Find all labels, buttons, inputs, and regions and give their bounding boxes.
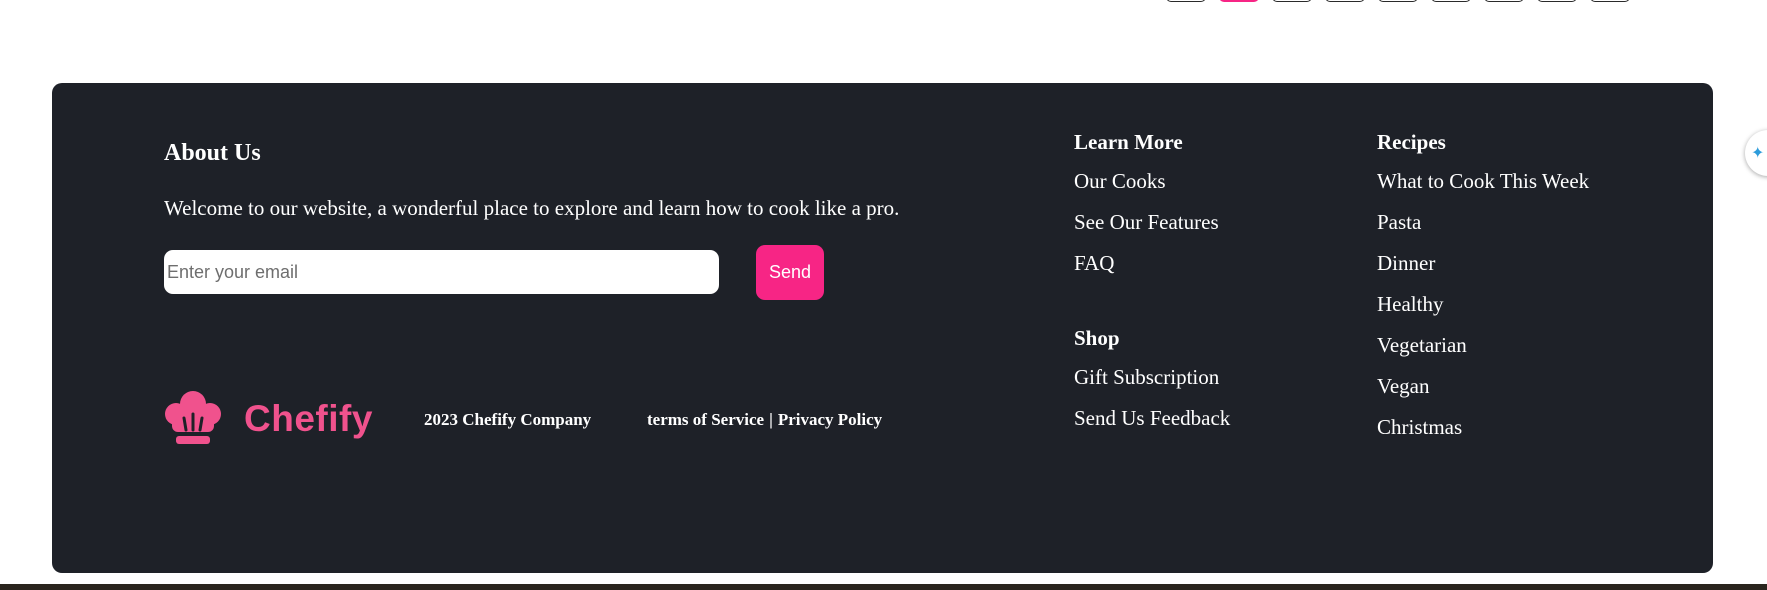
pagination	[1166, 0, 1643, 2]
learn-more-heading: Learn More	[1074, 130, 1183, 154]
recipe-link[interactable]: Pasta	[1377, 210, 1589, 251]
page-button[interactable]	[1484, 0, 1524, 2]
legal-separator: |	[769, 410, 773, 429]
page-button[interactable]	[1166, 0, 1206, 2]
page-button[interactable]	[1272, 0, 1312, 2]
recipe-link[interactable]: Vegetarian	[1377, 333, 1589, 374]
recipe-link[interactable]: Christmas	[1377, 415, 1589, 456]
send-button[interactable]: Send	[756, 245, 824, 300]
sparkle-icon: ✦	[1751, 143, 1765, 162]
recipe-link[interactable]: Healthy	[1377, 292, 1589, 333]
recipes-heading: Recipes	[1377, 130, 1446, 154]
page-button[interactable]	[1590, 0, 1630, 2]
site-footer: About Us Welcome to our website, a wonde…	[52, 83, 1713, 573]
shop-heading: Shop	[1074, 326, 1120, 350]
page: About Us Welcome to our website, a wonde…	[0, 0, 1767, 590]
learn-more-column: Learn More Our Cooks See Our Features FA…	[1074, 130, 1219, 292]
learn-more-link[interactable]: See Our Features	[1074, 210, 1219, 251]
page-button[interactable]	[1431, 0, 1471, 2]
learn-more-link[interactable]: Our Cooks	[1074, 169, 1219, 210]
brand-name: Chefify	[244, 398, 373, 439]
assistant-widget[interactable]: ✦	[1745, 130, 1767, 176]
brand-logo[interactable]: Chefify	[164, 390, 373, 448]
legal-links: terms of Service | Privacy Policy	[647, 410, 882, 430]
shop-link[interactable]: Gift Subscription	[1074, 365, 1230, 406]
learn-more-link[interactable]: FAQ	[1074, 251, 1219, 292]
shop-link[interactable]: Send Us Feedback	[1074, 406, 1230, 447]
recipe-link[interactable]: Dinner	[1377, 251, 1589, 292]
shop-column: Shop Gift Subscription Send Us Feedback	[1074, 326, 1230, 447]
page-button[interactable]	[1378, 0, 1418, 2]
email-input[interactable]	[164, 250, 719, 294]
privacy-link[interactable]: Privacy Policy	[778, 410, 882, 430]
recipe-link[interactable]: Vegan	[1377, 374, 1589, 415]
page-button[interactable]	[1537, 0, 1577, 2]
copyright-text: 2023 Chefify Company	[424, 410, 592, 429]
about-description: Welcome to our website, a wonderful plac…	[164, 196, 900, 220]
recipes-column: Recipes What to Cook This Week Pasta Din…	[1377, 130, 1589, 456]
terms-link[interactable]: terms of Service	[647, 410, 764, 430]
chef-hat-icon	[165, 391, 221, 444]
bottom-strip	[0, 584, 1767, 590]
about-title: About Us	[164, 140, 261, 166]
page-button[interactable]	[1325, 0, 1365, 2]
page-button-active[interactable]	[1219, 0, 1259, 2]
recipe-link[interactable]: What to Cook This Week	[1377, 169, 1589, 210]
